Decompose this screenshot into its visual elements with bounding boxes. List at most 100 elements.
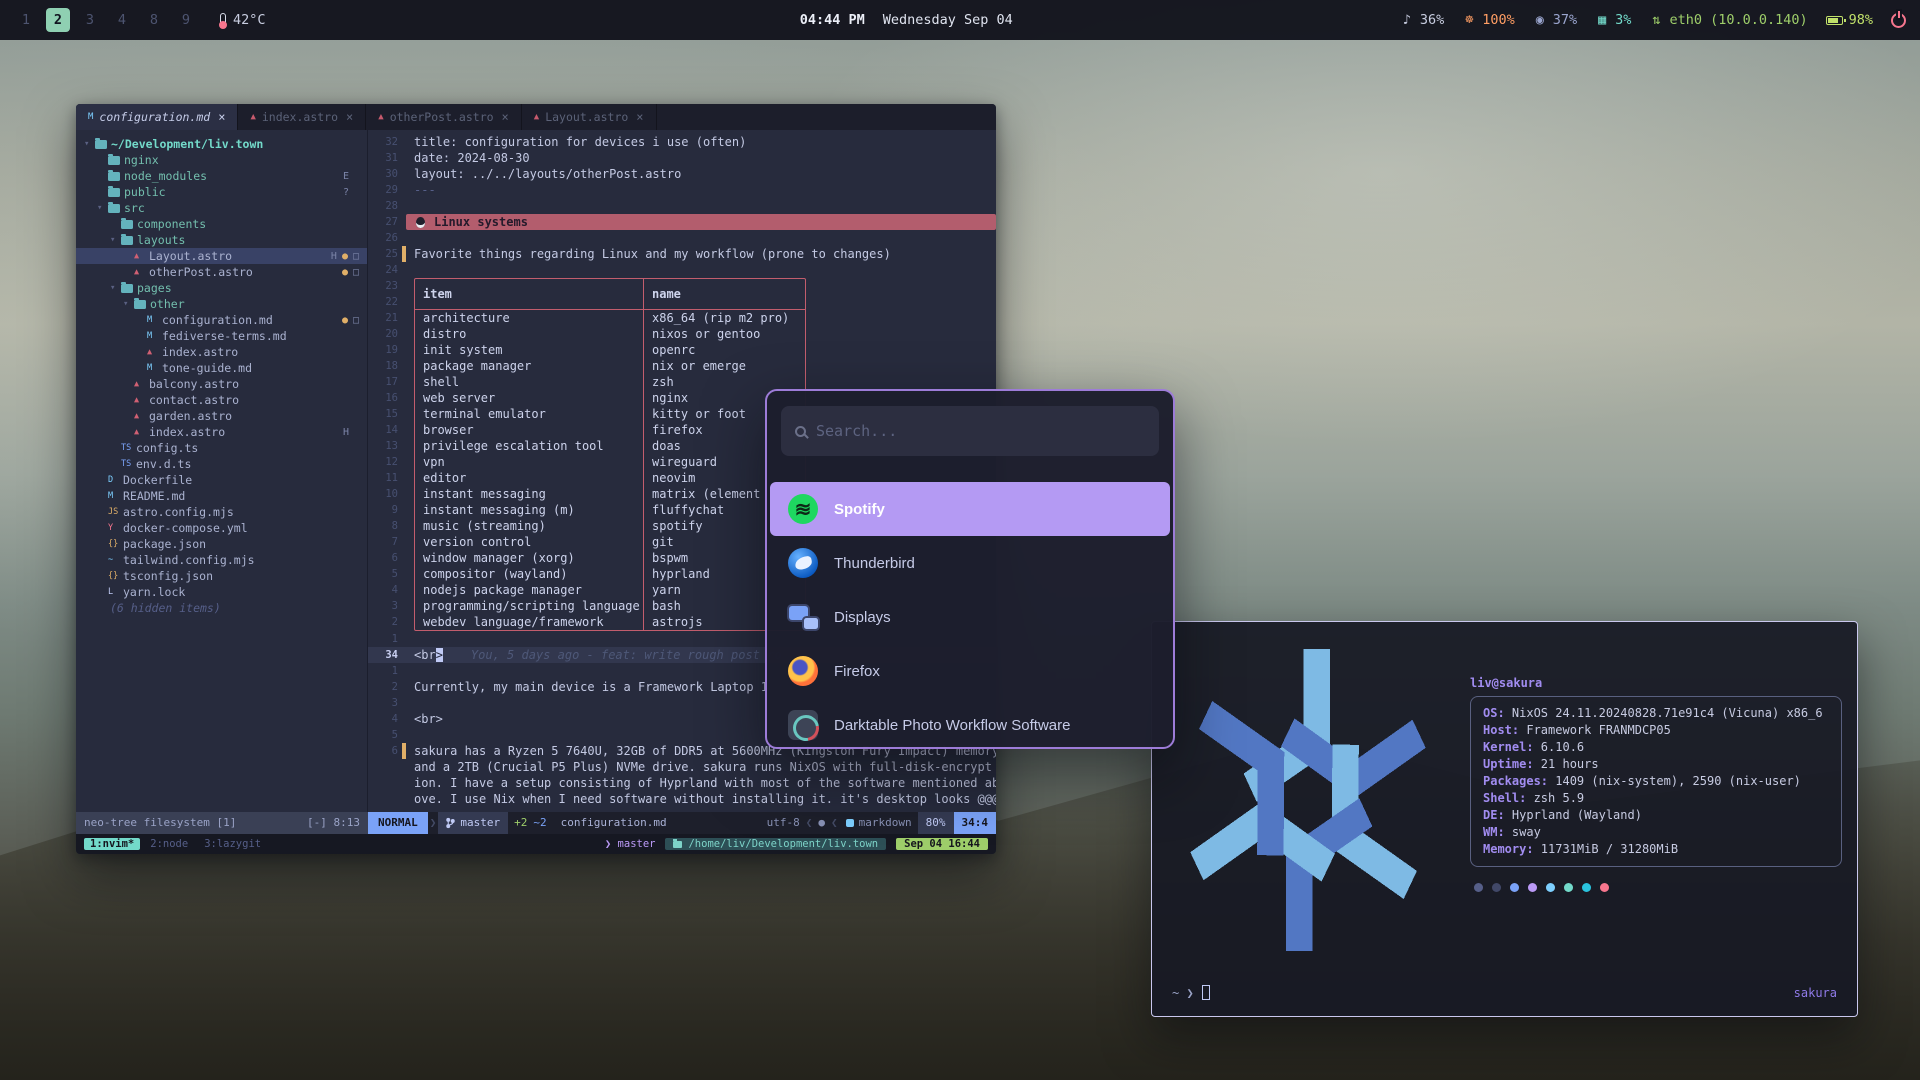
tree-item[interactable]: index.astro H — [76, 424, 367, 440]
tree-item[interactable]: package.json — [76, 536, 367, 552]
line-text: ion. I have a setup consisting of Hyprla… — [406, 775, 996, 791]
tmux-session[interactable]: 3:lazygit — [198, 838, 267, 850]
tree-item[interactable]: Layout.astro H●□ — [76, 248, 367, 264]
line-number: 1 — [368, 663, 398, 679]
tree-item[interactable]: otherPost.astro ●□ — [76, 264, 367, 280]
app-name: Displays — [834, 609, 891, 626]
file-icon — [95, 140, 107, 149]
metric-value: eth0 (10.0.0.140) — [1669, 12, 1807, 28]
tmux-session[interactable]: 1:nvim* — [84, 838, 140, 850]
line-number: 2 — [368, 614, 398, 630]
file-icon — [108, 570, 123, 582]
tree-item[interactable]: Dockerfile — [76, 472, 367, 488]
clock-date: Wednesday Sep 04 — [883, 12, 1013, 28]
table-cell-item: terminal emulator — [415, 406, 643, 422]
editor-tab[interactable]: configuration.md × — [76, 104, 238, 130]
power-icon[interactable] — [1891, 13, 1906, 28]
tmux-session[interactable]: 2:node — [144, 838, 194, 850]
tree-item[interactable]: nginx — [76, 152, 367, 168]
separator-chevron: ❮ — [804, 812, 815, 834]
tree-item[interactable]: public ? — [76, 184, 367, 200]
tab-close-icon[interactable]: × — [346, 110, 353, 124]
search-input[interactable] — [816, 422, 1145, 440]
tree-item[interactable]: config.ts — [76, 440, 367, 456]
table-row: version control git — [415, 534, 805, 550]
filetype-segment: markdown — [840, 812, 918, 834]
launcher-item[interactable]: Displays — [770, 590, 1170, 644]
editor-tab[interactable]: Layout.astro × — [522, 104, 657, 130]
tab-label: otherPost.astro — [390, 110, 494, 124]
table-cell-name: zsh — [643, 374, 805, 390]
statusline-filename: configuration.md — [551, 812, 677, 834]
line-number: 2 — [368, 679, 398, 695]
filetype-name: markdown — [859, 812, 912, 834]
file-icon — [147, 362, 162, 374]
metric: eth0 (10.0.0.140) — [1649, 12, 1807, 28]
table-row: webdev language/framework astrojs — [415, 614, 805, 630]
shell-prompt[interactable]: ~ ❯ — [1172, 985, 1210, 1000]
launcher-item[interactable]: Spotify — [770, 482, 1170, 536]
tree-item[interactable]: README.md — [76, 488, 367, 504]
table-cell-item: compositor (wayland) — [415, 566, 643, 582]
tree-item[interactable]: ▾ ~/Development/liv.town — [76, 136, 367, 152]
launcher-item[interactable]: Firefox — [770, 644, 1170, 698]
tree-item[interactable]: ▾ src — [76, 200, 367, 216]
line-number: 3 — [368, 598, 398, 614]
line-number — [368, 775, 398, 791]
tree-item-label: index.astro — [149, 425, 225, 439]
tree-item[interactable]: docker-compose.yml — [76, 520, 367, 536]
tree-item[interactable]: tsconfig.json — [76, 568, 367, 584]
workspace-button[interactable]: 4 — [110, 8, 134, 32]
file-icon — [134, 378, 149, 390]
table-cell-item: instant messaging (m) — [415, 502, 643, 518]
tree-item[interactable]: contact.astro — [76, 392, 367, 408]
tree-item-label: ~/Development/liv.town — [111, 137, 263, 151]
app-icon — [788, 602, 818, 632]
tree-item[interactable]: yarn.lock — [76, 584, 367, 600]
editor-tab[interactable]: index.astro × — [238, 104, 366, 130]
line-text — [406, 631, 414, 647]
workspace-button[interactable]: 9 — [174, 8, 198, 32]
launcher-item[interactable]: Thunderbird — [770, 536, 1170, 590]
tree-item[interactable]: node_modules E — [76, 168, 367, 184]
tree-item[interactable]: ▾ other — [76, 296, 367, 312]
terminal-cursor — [1202, 985, 1210, 1000]
workspace-button[interactable]: 2 — [46, 8, 70, 32]
launcher-search-box[interactable] — [781, 406, 1159, 456]
workspace-button[interactable]: 3 — [78, 8, 102, 32]
editor-tab[interactable]: otherPost.astro × — [366, 104, 522, 130]
tree-item[interactable]: components — [76, 216, 367, 232]
palette-dot — [1600, 883, 1609, 892]
tab-close-icon[interactable]: × — [636, 110, 643, 124]
metric-value: 36% — [1420, 12, 1444, 28]
fetch-info-label: OS: — [1483, 706, 1505, 720]
file-icon — [108, 506, 123, 518]
launcher-item[interactable]: Darktable Photo Workflow Software — [770, 698, 1170, 749]
folder-icon — [673, 841, 682, 848]
fetch-terminal[interactable]: liv@sakura OS: NixOS 24.11.20240828.71e9… — [1151, 621, 1858, 1017]
file-icon — [108, 586, 123, 598]
workspace-button[interactable]: 1 — [14, 8, 38, 32]
tree-item[interactable]: fediverse-terms.md — [76, 328, 367, 344]
tree-item[interactable]: ▾ layouts — [76, 232, 367, 248]
tree-item[interactable]: tailwind.config.mjs — [76, 552, 367, 568]
tree-item[interactable]: configuration.md ●□ — [76, 312, 367, 328]
tree-item[interactable]: balcony.astro — [76, 376, 367, 392]
tmux-git-branch: ❯ master — [605, 838, 656, 850]
tree-item[interactable]: garden.astro — [76, 408, 367, 424]
tab-close-icon[interactable]: × — [218, 110, 225, 124]
separator-chevron: ❮ — [829, 812, 840, 834]
line-number: 3 — [368, 695, 398, 711]
tree-item[interactable]: env.d.ts — [76, 456, 367, 472]
fetch-info-label: Packages: — [1483, 774, 1548, 788]
git-blame-text: You, 5 days ago - feat: write rough post… — [471, 648, 782, 662]
tree-item[interactable]: astro.config.mjs — [76, 504, 367, 520]
workspace-button[interactable]: 8 — [142, 8, 166, 32]
tree-item[interactable]: tone-guide.md — [76, 360, 367, 376]
tree-item[interactable]: index.astro — [76, 344, 367, 360]
caret-icon: ▾ — [110, 235, 121, 245]
tree-item-label: env.d.ts — [136, 457, 191, 471]
tab-close-icon[interactable]: × — [502, 110, 509, 124]
tree-item[interactable]: (6 hidden items) — [76, 600, 367, 616]
tree-item[interactable]: ▾ pages — [76, 280, 367, 296]
